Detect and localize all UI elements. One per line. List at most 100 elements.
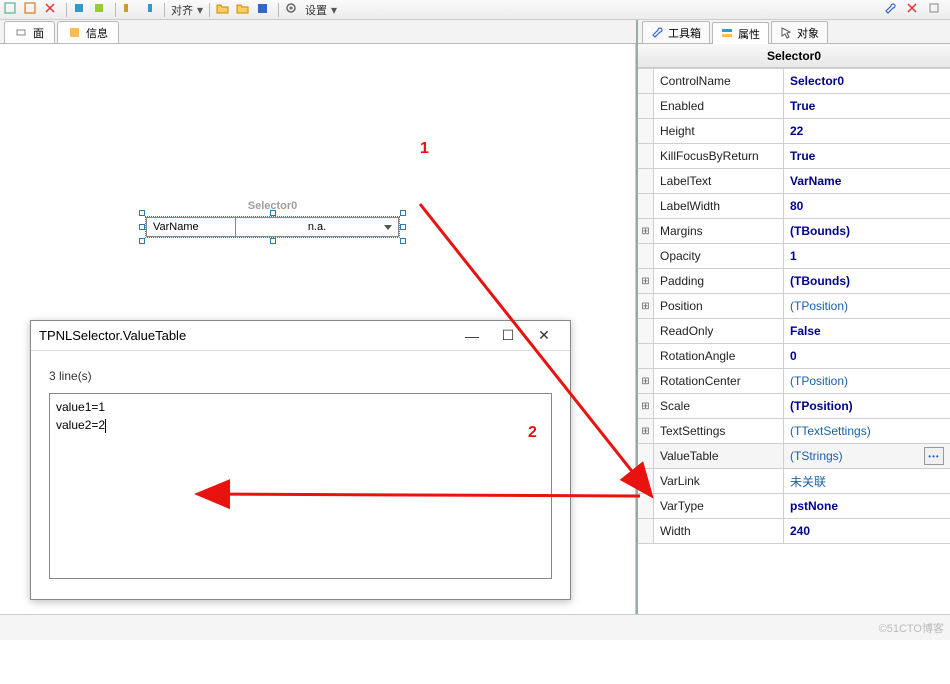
property-value[interactable]: 240 xyxy=(784,519,950,543)
property-value[interactable]: 1 xyxy=(784,244,950,268)
tab-info[interactable]: 信息 xyxy=(57,21,119,43)
property-row[interactable]: LabelWidth80 xyxy=(638,194,950,219)
property-value[interactable]: 未关联 xyxy=(784,469,950,493)
property-value[interactable]: VarName xyxy=(784,169,950,193)
tab-objects[interactable]: 对象 xyxy=(771,21,828,43)
align-label[interactable]: 对齐 xyxy=(171,2,193,18)
minimize-button[interactable]: — xyxy=(454,324,490,348)
toolbar-icon[interactable] xyxy=(142,2,158,18)
property-name: Enabled xyxy=(654,94,784,118)
toolbar-icon[interactable] xyxy=(4,2,20,18)
tab-label: 面 xyxy=(33,25,44,41)
property-row[interactable]: RotationAngle0 xyxy=(638,344,950,369)
selector-dropdown[interactable]: n.a. xyxy=(236,217,399,237)
cursor-icon xyxy=(780,26,794,40)
property-name: Position xyxy=(654,294,784,318)
dialog-titlebar[interactable]: TPNLSelector.ValueTable — ☐ ✕ xyxy=(31,321,570,351)
tab-label: 属性 xyxy=(738,26,760,42)
property-name: Width xyxy=(654,519,784,543)
property-row[interactable]: ⊞Margins(TBounds) xyxy=(638,219,950,244)
gear-icon[interactable] xyxy=(285,2,301,18)
property-value[interactable]: (TBounds) xyxy=(784,269,950,293)
expand-toggle[interactable]: ⊞ xyxy=(638,419,654,443)
property-row[interactable]: ⊞RotationCenter(TPosition) xyxy=(638,369,950,394)
property-name: LabelWidth xyxy=(654,194,784,218)
property-value[interactable]: pstNone xyxy=(784,494,950,518)
property-name: LabelText xyxy=(654,169,784,193)
right-tab-row: 工具箱 属性 对象 xyxy=(638,20,950,44)
close-button[interactable]: ✕ xyxy=(526,324,562,348)
toolbar-icon[interactable] xyxy=(93,2,109,18)
folder-icon[interactable] xyxy=(236,2,252,18)
property-row[interactable]: Width240 xyxy=(638,519,950,544)
toolbar-icon[interactable] xyxy=(73,2,89,18)
property-row[interactable]: ⊞Padding(TBounds) xyxy=(638,269,950,294)
maximize-button[interactable]: ☐ xyxy=(490,324,526,348)
expand-toggle[interactable]: ⊞ xyxy=(638,269,654,293)
tab-toolbox[interactable]: 工具箱 xyxy=(642,21,710,43)
annotation-2: 2 xyxy=(528,424,537,442)
property-row[interactable]: Height22 xyxy=(638,119,950,144)
save-icon[interactable] xyxy=(256,2,272,18)
toolbar-icon[interactable] xyxy=(24,2,40,18)
expand-toggle[interactable]: ⊞ xyxy=(638,219,654,243)
expand-toggle xyxy=(638,469,654,493)
expand-toggle xyxy=(638,169,654,193)
property-row[interactable]: ⊞TextSettings(TTextSettings) xyxy=(638,419,950,444)
expand-toggle[interactable]: ⊞ xyxy=(638,294,654,318)
property-value[interactable]: 22 xyxy=(784,119,950,143)
property-value[interactable]: (TPosition) xyxy=(784,369,950,393)
property-value[interactable]: (TStrings)••• xyxy=(784,444,950,468)
property-name: ReadOnly xyxy=(654,319,784,343)
selector-labeltext: VarName xyxy=(146,217,236,237)
property-row[interactable]: ⊞Position(TPosition) xyxy=(638,294,950,319)
property-row[interactable]: ValueTable(TStrings)••• xyxy=(638,444,950,469)
delete-icon[interactable] xyxy=(906,2,922,18)
property-value[interactable]: Selector0 xyxy=(784,69,950,93)
wrench-icon[interactable] xyxy=(884,2,900,18)
expand-toggle[interactable]: ⊞ xyxy=(638,394,654,418)
property-row[interactable]: Opacity1 xyxy=(638,244,950,269)
expand-toggle[interactable]: ⊞ xyxy=(638,369,654,393)
property-name: ValueTable xyxy=(654,444,784,468)
selector-name-label: Selector0 xyxy=(145,200,400,212)
info-icon xyxy=(68,26,82,40)
property-value[interactable]: (TBounds) xyxy=(784,219,950,243)
property-name: VarLink xyxy=(654,469,784,493)
valuetable-dialog: TPNLSelector.ValueTable — ☐ ✕ 3 line(s) … xyxy=(30,320,571,600)
property-value[interactable]: (TPosition) xyxy=(784,394,950,418)
dialog-textarea[interactable]: value1=1 value2=2 xyxy=(49,393,552,579)
property-row[interactable]: KillFocusByReturnTrue xyxy=(638,144,950,169)
ellipsis-button[interactable]: ••• xyxy=(924,447,944,465)
toolbar-icon[interactable] xyxy=(44,2,60,18)
expand-toggle xyxy=(638,319,654,343)
property-value[interactable]: (TTextSettings) xyxy=(784,419,950,443)
property-value[interactable]: True xyxy=(784,94,950,118)
property-row[interactable]: ⊞Scale(TPosition) xyxy=(638,394,950,419)
property-grid[interactable]: ControlNameSelector0EnabledTrueHeight22K… xyxy=(638,68,950,544)
property-value[interactable]: (TPosition) xyxy=(784,294,950,318)
shape-icon[interactable] xyxy=(928,2,944,18)
properties-icon xyxy=(721,27,735,41)
toolbar-icon[interactable] xyxy=(122,2,138,18)
property-value[interactable]: 0 xyxy=(784,344,950,368)
property-row[interactable]: ReadOnlyFalse xyxy=(638,319,950,344)
tab-surface[interactable]: 面 xyxy=(4,21,55,43)
property-row[interactable]: LabelTextVarName xyxy=(638,169,950,194)
property-row[interactable]: ControlNameSelector0 xyxy=(638,69,950,94)
folder-icon[interactable] xyxy=(216,2,232,18)
property-name: KillFocusByReturn xyxy=(654,144,784,168)
selector-control[interactable]: Selector0 VarName n.a. xyxy=(145,200,400,238)
tab-properties[interactable]: 属性 xyxy=(712,22,769,44)
settings-label[interactable]: 设置 xyxy=(305,2,327,18)
expand-toggle xyxy=(638,94,654,118)
property-value[interactable]: True xyxy=(784,144,950,168)
property-value[interactable]: False xyxy=(784,319,950,343)
property-row[interactable]: VarTypepstNone xyxy=(638,494,950,519)
property-name: RotationAngle xyxy=(654,344,784,368)
expand-toggle xyxy=(638,69,654,93)
property-name: TextSettings xyxy=(654,419,784,443)
property-row[interactable]: EnabledTrue xyxy=(638,94,950,119)
property-value[interactable]: 80 xyxy=(784,194,950,218)
property-row[interactable]: VarLink未关联 xyxy=(638,469,950,494)
